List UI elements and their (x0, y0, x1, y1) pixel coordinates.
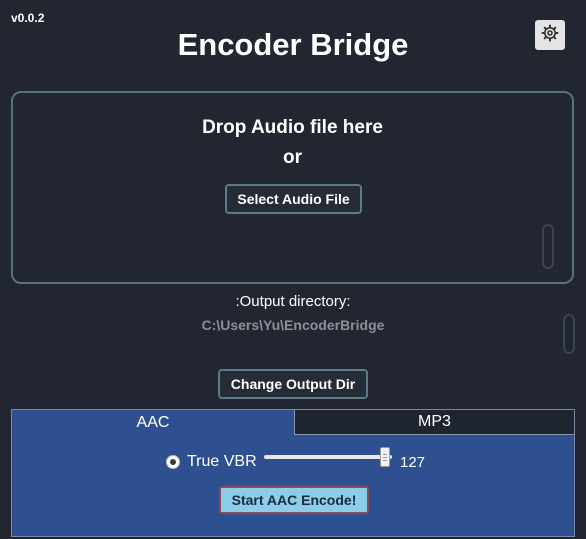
output-directory-path: C:\Users\Yu\EncoderBridge (201, 317, 385, 333)
quality-slider[interactable] (264, 455, 392, 459)
quality-value: 127 (400, 454, 426, 471)
true-vbr-radio[interactable] (166, 455, 180, 469)
radio-selected-dot (170, 459, 176, 465)
true-vbr-label: True VBR (187, 453, 257, 470)
window-scroll-handle[interactable] (563, 314, 575, 354)
select-audio-file-button[interactable]: Select Audio File (225, 184, 362, 214)
gear-icon (541, 24, 559, 47)
tab-aac[interactable]: AAC (12, 410, 294, 435)
drop-instruction: Drop Audio file here (202, 117, 383, 138)
dropzone-scroll-handle[interactable] (542, 224, 554, 269)
change-output-dir-button[interactable]: Change Output Dir (218, 369, 368, 399)
encoder-panel: AAC MP3 True VBR 127 Start AAC Encode! (11, 409, 575, 537)
version-label: v0.0.2 (11, 11, 45, 25)
tab-mp3[interactable]: MP3 (294, 410, 574, 435)
drop-or-label: or (283, 147, 302, 168)
settings-button[interactable] (535, 20, 565, 50)
output-directory-label: :Output directory: (235, 293, 351, 310)
audio-dropzone[interactable]: Drop Audio file here or Select Audio Fil… (11, 91, 574, 284)
quality-slider-thumb[interactable] (380, 447, 390, 467)
start-aac-encode-button[interactable]: Start AAC Encode! (219, 486, 369, 514)
app-title: Encoder Bridge (177, 27, 409, 62)
